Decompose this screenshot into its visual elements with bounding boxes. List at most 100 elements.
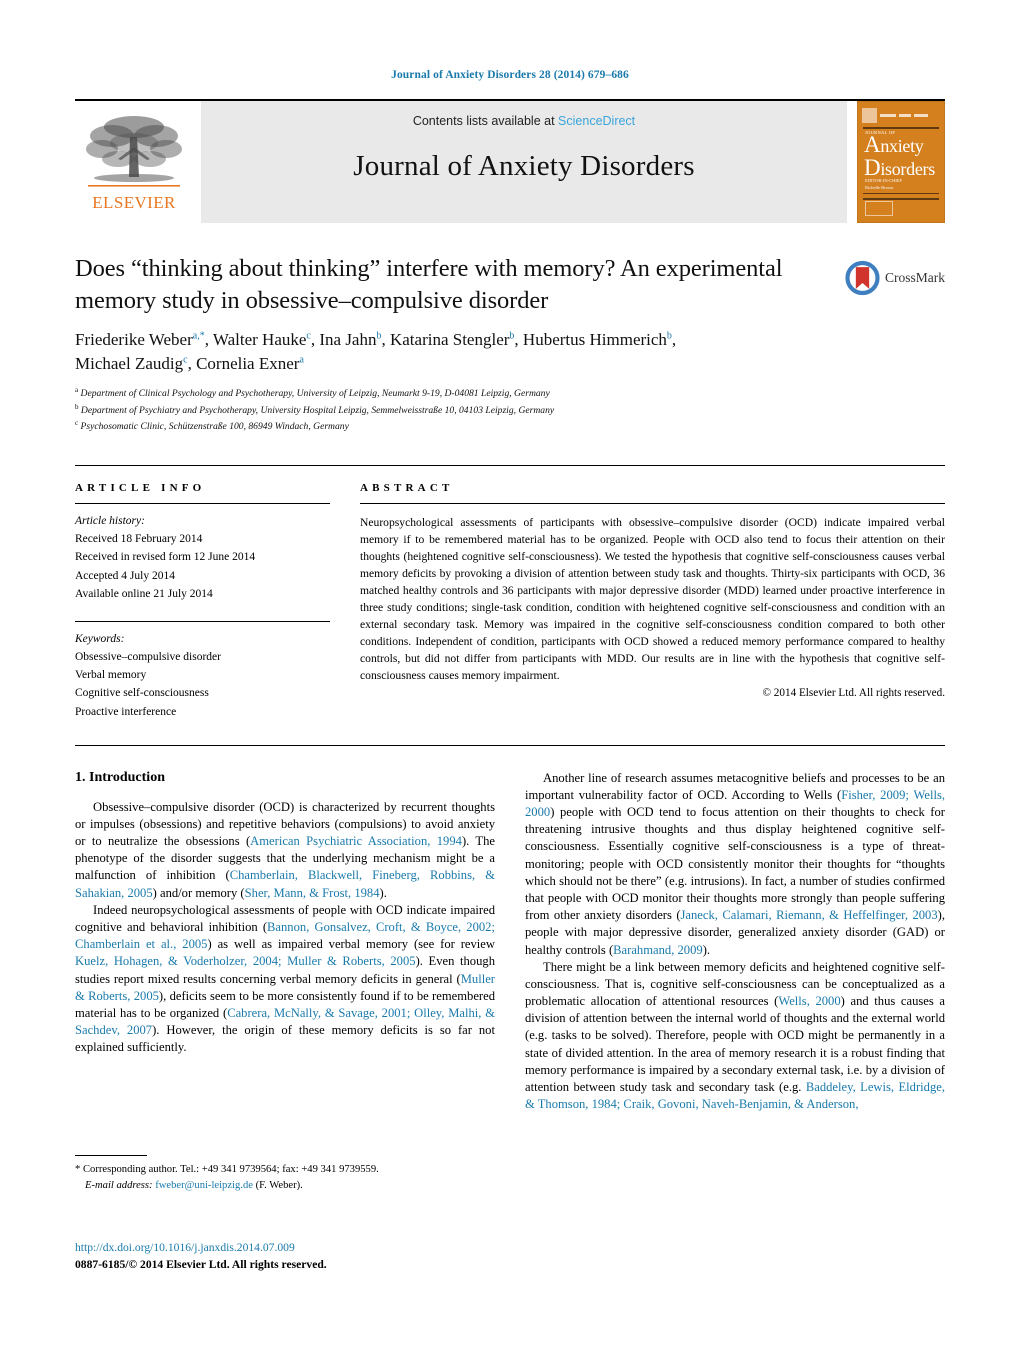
footnote-line: Corresponding author. Tel.: +49 341 9739… [82, 1164, 379, 1175]
history-item: Received 18 February 2014 [75, 533, 203, 546]
article-history-list: Received 18 February 2014 Received in re… [75, 530, 330, 603]
journal-band: Contents lists available at ScienceDirec… [201, 101, 847, 223]
author-sup: a [299, 354, 304, 366]
article-page: Journal of Anxiety Disorders 28 (2014) 6… [0, 0, 1020, 1351]
elsevier-tree-icon [86, 116, 182, 187]
affiliation-text: Department of Clinical Psychology and Ps… [80, 388, 550, 400]
section-title-introduction: 1. Introduction [75, 769, 165, 785]
footnote-marker: * [75, 1164, 81, 1175]
history-item: Received in revised form 12 June 2014 [75, 551, 256, 564]
info-abstract-section: ARTICLE INFO Article history: Received 1… [75, 465, 945, 721]
author-sup: c [306, 330, 311, 342]
author-sup: a,* [192, 330, 205, 342]
author-name: Katarina Stengler [389, 329, 510, 349]
citation-link[interactable]: Barahmand, 2009 [613, 943, 703, 957]
contents-prefix: Contents lists available at [412, 114, 555, 128]
history-item: Available online 21 July 2014 [75, 587, 213, 600]
keyword-item: Proactive interference [75, 705, 177, 718]
crossmark-label: CrossMark [885, 270, 945, 285]
affiliation-item: b Department of Psychiatry and Psychothe… [75, 402, 835, 419]
author-name: Ina Jahn [319, 329, 377, 349]
article-info-heading: ARTICLE INFO [75, 482, 206, 495]
author-sup: b [509, 330, 515, 342]
paragraph: There might be a link between memory def… [525, 959, 946, 1112]
keyword-item: Cognitive self-consciousness [75, 687, 209, 700]
affiliation-sup: c [75, 419, 79, 428]
paragraph: Obsessive–compulsive disorder (OCD) is c… [75, 799, 495, 900]
author-name: Michael Zaudig [75, 353, 184, 373]
abstract-heading: ABSTRACT [360, 482, 454, 495]
footnote-text: * Corresponding author. Tel.: +49 341 97… [75, 1162, 495, 1194]
citation-link[interactable]: Kuelz, Hohagen, & Voderholzer, 2004; Mul… [75, 954, 416, 968]
divider [75, 503, 330, 505]
author-name: Friederike Weber [75, 329, 193, 349]
author-sup: b [666, 330, 672, 342]
sciencedirect-link[interactable]: ScienceDirect [558, 114, 635, 128]
citation-link[interactable]: Wells, 2000 [778, 994, 840, 1008]
journal-title: Journal of Anxiety Disorders [353, 150, 695, 182]
email-link[interactable]: fweber@uni-leipzig.de [155, 1180, 253, 1191]
cover-header-strip [862, 106, 940, 125]
cover-title-cap-a: A [864, 132, 881, 157]
affiliation-list: a Department of Clinical Psychology and … [75, 385, 835, 435]
keyword-item: Verbal memory [75, 669, 147, 682]
cover-title: Anxiety Disorders [864, 132, 940, 180]
journal-masthead: ELSEVIER Contents lists available at Sci… [75, 99, 945, 223]
corresponding-author-footnote: * Corresponding author. Tel.: +49 341 97… [75, 1155, 495, 1194]
body-column-left: 1. Introduction Obsessive–compulsive dis… [75, 770, 495, 1114]
keywords-list: Obsessive–compulsive disorder Verbal mem… [75, 648, 330, 721]
author-sup: c [183, 354, 188, 366]
history-item: Accepted 4 July 2014 [75, 569, 175, 582]
cover-title-disorders: isorders [880, 158, 935, 179]
cover-title-anxiety: nxiety [880, 136, 924, 156]
title-block: Does “thinking about thinking” interfere… [75, 253, 945, 435]
article-history-label: Article history: [75, 515, 145, 528]
author-list: Friederike Webera,*, Walter Haukec, Ina … [75, 329, 677, 373]
abstract-copyright: © 2014 Elsevier Ltd. All rights reserved… [762, 687, 946, 700]
paragraph: Indeed neuropsychological assessments of… [75, 902, 495, 1055]
affiliation-item: a Department of Clinical Psychology and … [75, 385, 835, 402]
affiliation-text: Department of Psychiatry and Psychothera… [80, 404, 555, 416]
divider [360, 503, 945, 505]
affiliation-sup: b [75, 402, 79, 411]
author-name: Walter Hauke [212, 329, 307, 349]
cover-footer-logo [865, 201, 893, 216]
doi-link[interactable]: http://dx.doi.org/10.1016/j.janxdis.2014… [75, 1239, 535, 1256]
affiliation-sup: a [75, 385, 79, 394]
contents-available-line: Contents lists available at ScienceDirec… [201, 101, 847, 128]
elsevier-logo: ELSEVIER [75, 101, 193, 223]
abstract-column: ABSTRACT Neuropsychological assessments … [360, 482, 945, 721]
citation-link[interactable]: Janeck, Calamari, Riemann, & Heffelfinge… [681, 908, 938, 922]
journal-cover-thumbnail[interactable]: JOURNAL OF Anxiety Disorders EDITOR-IN-C… [857, 101, 945, 223]
crossmark-icon [845, 260, 880, 296]
keywords-label: Keywords: [75, 632, 125, 645]
abstract-text: Neuropsychological assessments of partic… [360, 516, 945, 683]
keywords-block: Keywords: Obsessive–compulsive disorder … [75, 620, 330, 721]
page-footer: http://dx.doi.org/10.1016/j.janxdis.2014… [75, 1239, 535, 1274]
affiliation-text: Psychosomatic Clinic, Schützenstraße 100… [80, 421, 349, 433]
divider [75, 620, 330, 622]
elsevier-wordmark: ELSEVIER [92, 193, 176, 212]
affiliation-item: c Psychosomatic Clinic, Schützenstraße 1… [75, 418, 835, 435]
running-head: Journal of Anxiety Disorders 28 (2014) 6… [391, 69, 629, 81]
citation-link[interactable]: Sher, Mann, & Frost, 1984 [245, 886, 380, 900]
email-suffix: (F. Weber). [255, 1180, 303, 1192]
crossmark-badge[interactable]: CrossMark [845, 255, 945, 301]
cover-publisher-mark [862, 108, 877, 123]
email-label: E-mail address: [85, 1180, 153, 1192]
cover-title-cap-d: D [864, 154, 881, 180]
issn-copyright-line: 0887-6185/© 2014 Elsevier Ltd. All right… [75, 1258, 327, 1272]
author-sup: b [376, 330, 382, 342]
body-columns: 1. Introduction Obsessive–compulsive dis… [75, 770, 945, 1114]
article-info-column: ARTICLE INFO Article history: Received 1… [75, 482, 330, 721]
cover-editors: EDITOR-IN-CHIEF Richelle Brown [865, 178, 903, 190]
author-name: Cornelia Exner [196, 353, 300, 373]
citation-link[interactable]: American Psychiatric Association, 1994 [250, 834, 462, 848]
body-column-right: Another line of research assumes metacog… [525, 770, 945, 1114]
paragraph: Another line of research assumes metacog… [525, 770, 945, 957]
author-name: Hubertus Himmerich [522, 329, 667, 349]
page-title: Does “thinking about thinking” interfere… [75, 255, 783, 314]
keyword-item: Obsessive–compulsive disorder [75, 651, 221, 664]
footnote-rule [75, 1155, 147, 1156]
body-divider [75, 744, 945, 746]
